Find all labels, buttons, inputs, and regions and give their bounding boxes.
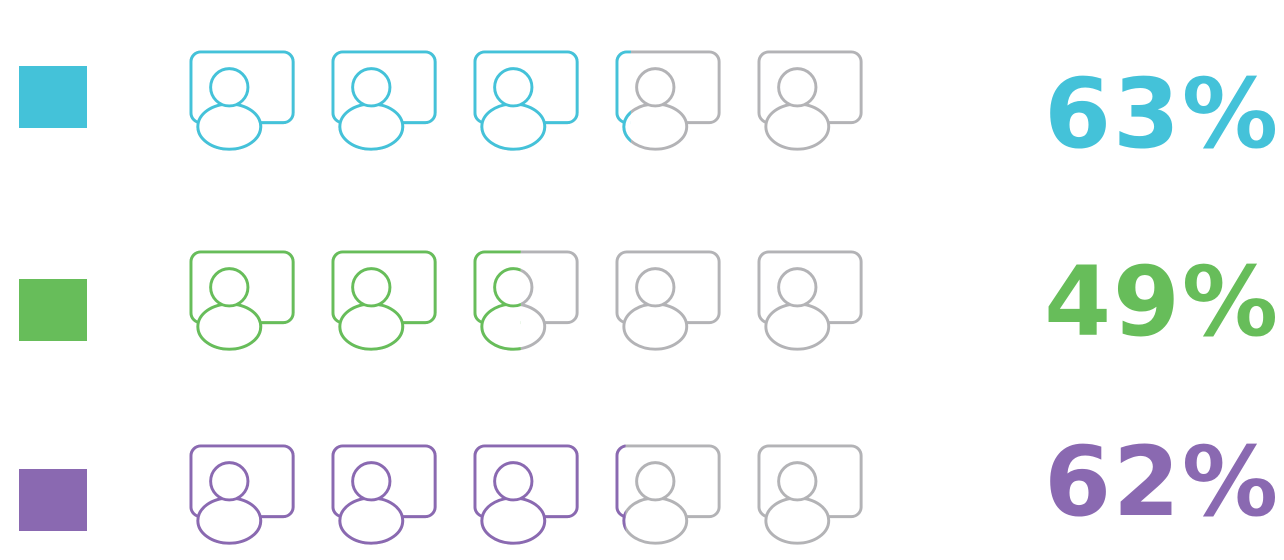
percentage-label: 62% [1044,426,1280,538]
user-profile-card-icon [757,444,863,545]
user-profile-card-icon [189,444,295,545]
legend-swatch [19,469,87,531]
user-profile-card-icon [473,444,579,545]
user-profile-card-icon [331,444,437,545]
user-profile-card-icon [615,444,721,545]
chart-row: 62% [0,0,1284,560]
